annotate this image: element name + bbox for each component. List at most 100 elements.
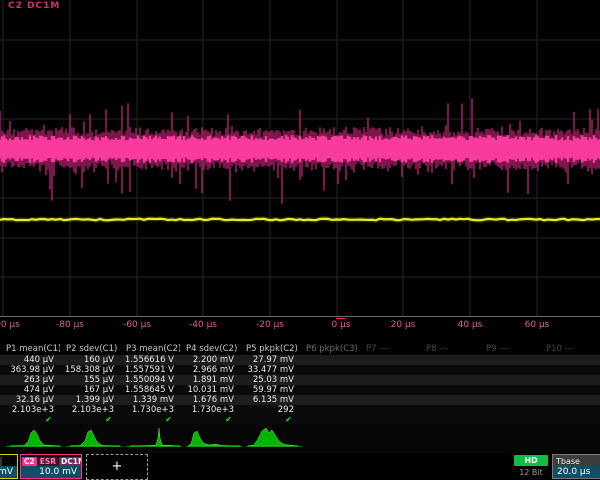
measure-cell: 1.556616 V [120, 355, 180, 365]
c2-descriptor-box[interactable]: C2 ESR DC1M 10.0 mV [20, 454, 82, 479]
measure-header-p1[interactable]: P1 mean(C1) [0, 344, 60, 355]
measure-cell: 1.730e+3 [180, 405, 240, 415]
trigger-position-icon[interactable] [336, 318, 346, 319]
measure-cell: 292 [240, 405, 300, 415]
measure-cell [300, 405, 360, 415]
measure-cell [300, 375, 360, 385]
time-tick-label: -80 µs [56, 320, 84, 330]
grid-svg [0, 0, 600, 318]
measure-cell: 27.97 mV [240, 355, 300, 365]
waveform-plot[interactable]: C2 DC1M [0, 0, 600, 318]
c2-esr-badge: ESR [38, 457, 58, 466]
add-trace-button[interactable]: + [86, 454, 148, 480]
measure-header-p10: P10 --- [540, 344, 600, 355]
measure-cell [420, 365, 480, 375]
measure-cell [480, 375, 540, 385]
measure-cell [480, 355, 540, 365]
time-tick-label: -40 µs [189, 320, 217, 330]
measure-cell: 474 µV [0, 385, 60, 395]
measure-cell: 1.676 mV [180, 395, 240, 405]
time-tick-label: 0 µs [331, 320, 350, 330]
measure-cell: 158.308 µV [60, 365, 120, 375]
c2-trace [0, 98, 600, 203]
measure-cell [360, 355, 420, 365]
time-axis: -100 µs -80 µs -60 µs -40 µs -20 µs 0 µs 20 µs… [0, 318, 600, 336]
descriptor-bar: C1 DC1M 10.0 mV C2 ESR DC1M 10.0 mV + HD… [0, 453, 600, 480]
measure-cell [300, 355, 360, 365]
measure-cell [540, 385, 600, 395]
c1-trace [0, 219, 600, 221]
measure-cell [360, 395, 420, 405]
measure-cell: 167 µV [60, 385, 120, 395]
measure-cell [420, 395, 480, 405]
histicon-p3[interactable] [124, 425, 184, 451]
measure-cell: 160 µV [60, 355, 120, 365]
measure-cell [540, 405, 600, 415]
histicon-row [0, 424, 600, 453]
measure-header-p9: P9 --- [480, 344, 540, 355]
measure-cell: 440 µV [0, 355, 60, 365]
measure-cell [360, 405, 420, 415]
trace-annotation: C2 DC1M [8, 1, 60, 11]
c1-descriptor-box[interactable]: C1 DC1M 10.0 mV [0, 454, 18, 479]
measure-cell: 2.103e+3 [60, 405, 120, 415]
time-tick-label: 40 µs [458, 320, 483, 330]
measure-header-p3[interactable]: P3 mean(C2) [120, 344, 180, 355]
histicon-p1[interactable] [4, 425, 64, 451]
hd-mode-badge[interactable]: HD [514, 455, 548, 466]
measure-cell [300, 365, 360, 375]
measure-cell [420, 355, 480, 365]
measure-cell [300, 385, 360, 395]
measure-cell [540, 395, 600, 405]
histicon-p5[interactable] [244, 425, 304, 451]
oscilloscope-screen: C2 DC1M -100 µs -80 µs -60 µs -40 µs -20 µs 0… [0, 0, 600, 480]
measure-cell: 59.97 mV [240, 385, 300, 395]
measure-cell: 263 µV [0, 375, 60, 385]
c2-channel-chip: C2 [22, 457, 37, 466]
measure-header-p5[interactable]: P5 pkpk(C2) [240, 344, 300, 355]
measure-cell [540, 355, 600, 365]
measure-cell: 2.966 mV [180, 365, 240, 375]
measure-cell [300, 395, 360, 405]
histicon-p2[interactable] [64, 425, 124, 451]
measure-cell: 1.557591 V [120, 365, 180, 375]
measure-header-p2[interactable]: P2 sdev(C1) [60, 344, 120, 355]
measure-cell: 1.339 mV [120, 395, 180, 405]
measure-cell: 155 µV [60, 375, 120, 385]
c2-vdiv-value: 10.0 mV [21, 466, 81, 478]
time-tick-label: 20 µs [391, 320, 416, 330]
c1-vdiv-value: 10.0 mV [0, 466, 17, 478]
measure-cell [360, 385, 420, 395]
c2-coupling-badge: DC1M [59, 457, 82, 466]
measure-cell [480, 385, 540, 395]
time-tick-label: -100 µs [0, 320, 20, 330]
c1-coupling-badge: DC1M [0, 457, 2, 466]
measure-cell [360, 375, 420, 385]
measure-header-p7: P7 --- [360, 344, 420, 355]
timebase-label: Tbase [553, 455, 600, 466]
measure-cell: 33.477 mV [240, 365, 300, 375]
measure-header-p8: P8 --- [420, 344, 480, 355]
time-tick-label: -60 µs [123, 320, 151, 330]
plus-icon: + [112, 459, 123, 474]
measure-cell [540, 365, 600, 375]
measure-cell: 1.891 mV [180, 375, 240, 385]
time-tick-label: -20 µs [256, 320, 284, 330]
measure-cell: 10.031 mV [180, 385, 240, 395]
measure-cell [480, 365, 540, 375]
measure-header-p6[interactable]: P6 pkpk(C3) [300, 344, 360, 355]
measure-cell [420, 385, 480, 395]
measure-cell: 1.399 µV [60, 395, 120, 405]
measure-cell: 6.135 mV [240, 395, 300, 405]
measure-cell: 2.200 mV [180, 355, 240, 365]
timebase-descriptor-box[interactable]: Tbase 20.0 µs [552, 454, 600, 479]
measure-cell: 25.03 mV [240, 375, 300, 385]
measure-cell: 32.16 µV [0, 395, 60, 405]
measure-cell [540, 375, 600, 385]
histicon-p4[interactable] [184, 425, 244, 451]
measure-cell: 1.730e+3 [120, 405, 180, 415]
measure-cell: 2.103e+3 [0, 405, 60, 415]
bit-depth-label: 12 Bit [514, 468, 548, 477]
measure-header-p4[interactable]: P4 sdev(C2) [180, 344, 240, 355]
measure-cell [360, 365, 420, 375]
